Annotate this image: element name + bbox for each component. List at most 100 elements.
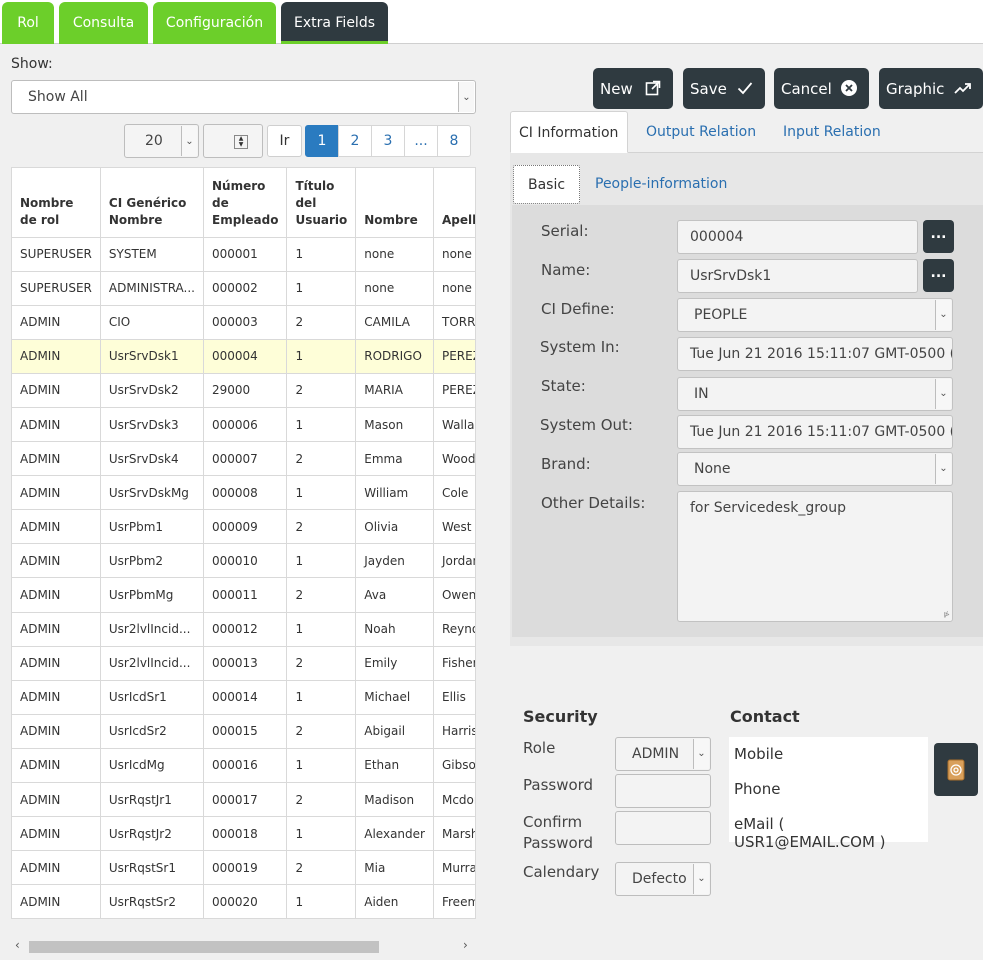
cell-role-name: ADMIN: [12, 646, 101, 681]
table-row[interactable]: ADMINUsrSrvDsk40000072EmmaWoods: [12, 441, 475, 477]
tab-people-information[interactable]: People-information: [581, 165, 741, 204]
tab-ci-information[interactable]: CI Information: [510, 111, 628, 153]
cancel-button[interactable]: Cancel: [774, 68, 869, 109]
cell-last-name: Harrison: [433, 714, 475, 749]
horizontal-scrollbar[interactable]: ‹ ›: [11, 938, 476, 956]
table-row[interactable]: ADMINUsrPbm20000101JaydenJordan: [12, 543, 475, 579]
name-label: Name:: [541, 261, 591, 279]
confirm-password-field[interactable]: [615, 811, 711, 845]
cell-user-title: 2: [286, 782, 357, 818]
page-button[interactable]: 8: [437, 125, 471, 157]
page-button[interactable]: 2: [338, 125, 372, 157]
cell-ci-name: Usr2lvlIncid...: [100, 612, 205, 647]
graphic-button[interactable]: Graphic: [879, 68, 983, 109]
table-row[interactable]: ADMINUsrSrvDsk30000061MasonWallace: [12, 407, 475, 443]
other-details-textarea[interactable]: for Servicedesk_group ⋫: [677, 491, 953, 622]
resize-grip-icon[interactable]: ⋫: [943, 610, 950, 619]
cell-first-name: William: [355, 475, 434, 511]
column-header[interactable]: Nombre: [355, 168, 434, 238]
cell-role-name: ADMIN: [12, 407, 101, 443]
cell-last-name: Mcdonald: [433, 782, 475, 818]
cell-role-name: ADMIN: [12, 339, 101, 374]
save-button[interactable]: Save: [683, 68, 765, 109]
table-row[interactable]: ADMINUsrSrvDsk2290002MARIAPEREZ: [12, 373, 475, 408]
page-button[interactable]: ...: [404, 125, 438, 157]
go-button[interactable]: Ir: [267, 125, 302, 157]
page-button[interactable]: 3: [371, 125, 405, 157]
grid-table: Nombre de rol CI Genérico Nombre Número …: [12, 168, 475, 918]
table-row[interactable]: ADMINUsrRqstSr10000192MiaMurray: [12, 850, 475, 886]
table-row[interactable]: ADMIN UsrPbm1 000009 2 Olivia West: [12, 509, 475, 545]
cell-role-name: ADMIN: [12, 441, 101, 477]
role-select[interactable]: ADMIN ⌄: [615, 737, 711, 771]
tab-output-relation[interactable]: Output Relation: [638, 111, 764, 153]
tab-rol[interactable]: Rol: [2, 2, 54, 44]
security-title: Security: [523, 707, 598, 726]
grid-header-row: Nombre de rol CI Genérico Nombre Número …: [12, 168, 475, 238]
cell-first-name: none: [355, 237, 434, 272]
cell-ci-name: UsrSrvDsk1: [100, 339, 205, 374]
table-row[interactable]: ADMINCIO0000032CAMILATORRES: [12, 305, 475, 340]
tab-input-relation[interactable]: Input Relation: [775, 111, 889, 153]
chevron-down-icon: ⌄: [458, 82, 474, 112]
name-field[interactable]: UsrSrvDsk1: [677, 259, 918, 293]
table-row[interactable]: SUPERUSER ADMINISTRA... 000002 1 none none: [12, 271, 475, 306]
column-header[interactable]: Título del Usuario: [286, 168, 357, 238]
data-grid: Nombre de rol CI Genérico Nombre Número …: [11, 167, 476, 919]
cell-last-name: Jordan: [433, 543, 475, 579]
column-header[interactable]: Nombre de rol: [12, 168, 101, 238]
table-row[interactable]: SUPERUSER SYSTEM 000001 1 none none: [12, 237, 475, 272]
table-row[interactable]: ADMIN UsrIcdSr1 000014 1 Michael Ellis: [12, 680, 475, 715]
show-select[interactable]: Show All ⌄: [11, 80, 476, 114]
cell-last-name: Ellis: [433, 680, 475, 715]
cell-employee-number: 29000: [203, 373, 288, 408]
state-select[interactable]: IN ⌄: [677, 377, 953, 411]
cell-last-name: Woods: [433, 441, 475, 477]
page-size-select[interactable]: 20 ⌄: [124, 124, 199, 158]
table-row[interactable]: ADMIN Usr2lvlIncid... 000013 2 Emily Fisher: [12, 646, 475, 681]
calendary-select[interactable]: Defecto ⌄: [615, 862, 711, 896]
table-row[interactable]: ADMINUsrRqstJr20000181AlexanderMarshall: [12, 816, 475, 852]
table-row[interactable]: ADMINUsrIcdMg0000161EthanGibson: [12, 748, 475, 784]
scrollbar-thumb[interactable]: [29, 941, 379, 953]
chevron-left-icon[interactable]: ‹: [15, 938, 20, 952]
table-row[interactable]: ADMIN UsrSrvDskMg 000008 1 William Cole: [12, 475, 475, 511]
address-book-icon: [947, 759, 965, 780]
table-row[interactable]: ADMINUsrRqstSr20000201AidenFreeman: [12, 884, 475, 918]
brand-select[interactable]: None ⌄: [677, 452, 953, 486]
table-row[interactable]: ADMINUsr2lvlIncid...0000121NoahReynolds: [12, 612, 475, 647]
serial-field[interactable]: 000004: [677, 220, 918, 254]
address-book-button[interactable]: [934, 743, 978, 796]
column-header[interactable]: CI Genérico Nombre: [100, 168, 205, 238]
cell-first-name: Alexander: [355, 816, 434, 852]
cell-ci-name: UsrIcdMg: [100, 748, 205, 784]
cell-employee-number: 000019: [203, 850, 288, 886]
tab-extra-fields[interactable]: Extra Fields: [281, 2, 388, 44]
name-lookup-button[interactable]: ...: [923, 259, 954, 292]
table-row[interactable]: ADMINUsrIcdSr20000152AbigailHarrison: [12, 714, 475, 749]
cell-last-name: Gibson: [433, 748, 475, 784]
password-field[interactable]: [615, 774, 711, 808]
column-header[interactable]: Número de Empleado: [203, 168, 288, 238]
tab-basic[interactable]: Basic: [513, 165, 581, 204]
new-button[interactable]: New: [593, 68, 673, 109]
ci-define-select[interactable]: PEOPLE ⌄: [677, 298, 953, 332]
serial-lookup-button[interactable]: ...: [923, 220, 954, 253]
table-row[interactable]: ADMINUsrRqstJr10000172MadisonMcdonald: [12, 782, 475, 818]
system-out-field[interactable]: Tue Jun 21 2016 15:11:07 GMT-0500 (h: [677, 415, 953, 449]
system-in-field[interactable]: Tue Jun 21 2016 15:11:07 GMT-0500 (h: [677, 337, 953, 371]
spinner-icon[interactable]: ▲ ▼: [234, 135, 248, 149]
cell-employee-number: 000002: [203, 271, 288, 306]
table-row[interactable]: ADMINUsrSrvDsk10000041RODRIGOPEREZ: [12, 339, 475, 374]
chevron-right-icon[interactable]: ›: [463, 938, 468, 952]
column-header[interactable]: Apellido: [433, 168, 475, 238]
table-row[interactable]: ADMINUsrPbmMg0000112AvaOwens: [12, 577, 475, 613]
page-button[interactable]: 1: [305, 125, 339, 157]
cell-user-title: 2: [286, 850, 357, 886]
other-details-value: for Servicedesk_group: [690, 500, 847, 516]
tab-consulta[interactable]: Consulta: [59, 2, 148, 44]
cell-user-title: 1: [286, 748, 357, 784]
tab-configuracion[interactable]: Configuración: [153, 2, 276, 44]
basic-form: Serial: 000004 ... Name: UsrSrvDsk1 ... …: [512, 205, 983, 637]
page-number-input[interactable]: ▲ ▼: [203, 124, 263, 158]
